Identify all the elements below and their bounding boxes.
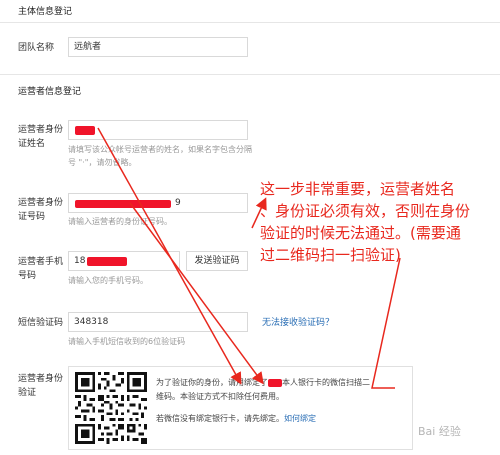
watermark-logo: Bai 经验 <box>418 425 461 438</box>
arrow-annotation-to-qr <box>371 257 401 389</box>
arrow-id-to-verify <box>129 202 264 385</box>
annotation-line2: 、身份证必须有效，否则在身份 <box>260 202 471 220</box>
annotation-line1: 这一步非常重要，运营者姓名 <box>260 180 456 198</box>
annotation-line4: 过二维码扫一扫验证) <box>260 246 401 264</box>
annotation-line3: 验证的时候无法通过。(需要通 <box>260 224 461 242</box>
